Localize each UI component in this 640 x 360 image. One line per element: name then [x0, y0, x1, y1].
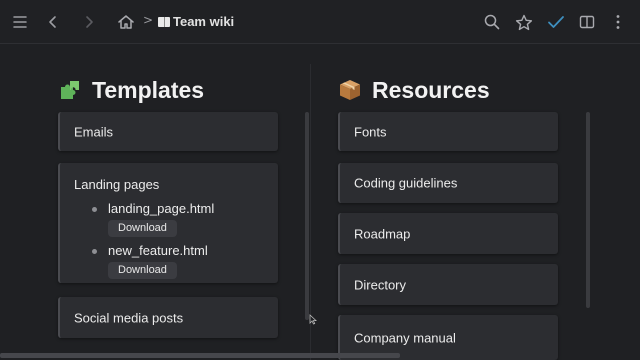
chevron-left-icon[interactable] [41, 10, 65, 34]
file-name[interactable]: landing_page.html [108, 201, 214, 216]
resource-card-coding-guidelines[interactable]: Coding guidelines [338, 163, 558, 203]
puzzle-piece-icon [58, 78, 82, 102]
breadcrumb-separator: > [143, 13, 154, 27]
template-card-social-media[interactable]: Social media posts [58, 297, 278, 338]
page-title: Team wiki [173, 14, 235, 29]
package-box-icon [338, 78, 362, 102]
bullet-icon [92, 207, 97, 212]
download-button[interactable]: Download [108, 220, 177, 237]
card-label: Company manual [354, 330, 456, 345]
file-name[interactable]: new_feature.html [108, 243, 208, 258]
resource-card-roadmap[interactable]: Roadmap [338, 213, 558, 254]
home-icon[interactable] [114, 10, 138, 34]
bullet-icon [92, 249, 97, 254]
check-icon[interactable] [544, 10, 568, 34]
search-icon[interactable] [480, 10, 504, 34]
left-column-scrollbar[interactable] [305, 112, 309, 320]
card-label: Emails [74, 124, 114, 139]
card-label: Coding guidelines [354, 175, 458, 191]
right-column-scrollbar[interactable] [586, 112, 590, 308]
template-card-emails[interactable]: Emails [58, 112, 278, 151]
template-card-landing-pages[interactable]: Landing pages landing_page.html Download… [58, 163, 278, 283]
chevron-right-icon[interactable] [77, 10, 101, 34]
card-label: Landing pages [74, 177, 160, 192]
templates-title: Templates [92, 76, 205, 103]
card-label: Directory [354, 277, 407, 292]
card-label: Roadmap [354, 226, 411, 241]
download-button[interactable]: Download [108, 262, 177, 279]
card-label: Social media posts [74, 310, 184, 325]
card-label: Fonts [354, 124, 387, 139]
kebab-menu-icon[interactable] [606, 10, 630, 34]
resource-card-fonts[interactable]: Fonts [338, 112, 558, 151]
breadcrumb-current-page[interactable]: Team wiki [158, 14, 234, 29]
split-view-icon[interactable] [575, 10, 599, 34]
resources-title: Resources [372, 76, 490, 103]
hamburger-icon[interactable] [8, 10, 32, 34]
horizontal-scrollbar[interactable] [0, 353, 400, 358]
templates-heading: Templates [58, 76, 204, 104]
star-icon[interactable] [512, 10, 536, 34]
resources-heading: Resources [338, 76, 490, 104]
mouse-cursor-icon [309, 312, 318, 330]
top-toolbar: > Team wiki [0, 0, 640, 44]
book-icon [158, 16, 170, 27]
resource-card-directory[interactable]: Directory [338, 264, 558, 305]
